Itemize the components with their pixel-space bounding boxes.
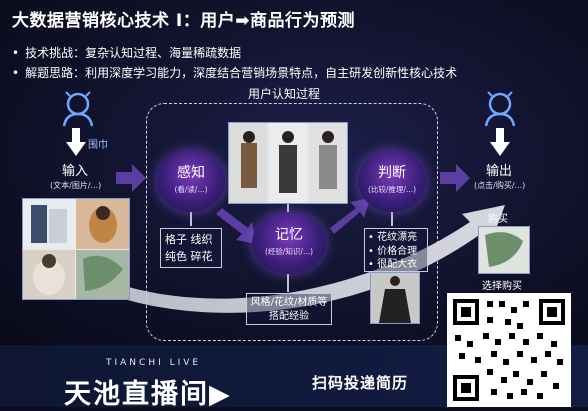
coat-photo: [370, 272, 420, 324]
memory-sub: (经验/知识/...): [264, 247, 314, 256]
feature-line-2: 纯色 碎花: [165, 250, 213, 263]
reason-2: • 价格合理: [368, 245, 418, 257]
scarf-image: [485, 232, 523, 267]
feature-line-1: 格子 线织: [165, 233, 213, 246]
choose-buy-label: 选择购买: [482, 281, 522, 292]
arrow-input-down: [66, 128, 86, 156]
experience-box: 风格/花纹/材质等 搭配经验: [246, 293, 332, 325]
user-brain-icon: [484, 91, 516, 127]
coat-image: [379, 276, 411, 323]
output-sub: (点击/购买/...): [474, 181, 526, 190]
model-images: [229, 123, 347, 203]
input-photo-grid: [22, 198, 130, 300]
scan-prompt: 扫码投递简历: [312, 374, 409, 392]
banner-small-text: TIANCHI LIVE: [106, 358, 202, 368]
perception-node: 感知 (看/读/...): [157, 150, 225, 212]
perception-sub: (看/读/...): [174, 185, 208, 194]
output-label: 输出: [486, 164, 513, 179]
arrow-output-down: [490, 128, 510, 156]
scarf-images: [23, 199, 129, 299]
input-sub: (文本/图片/...): [50, 181, 102, 190]
banner-title: 天池直播间▶: [64, 379, 232, 410]
experience-line-2: 搭配经验: [269, 311, 309, 322]
arrow-input-perception: [116, 164, 146, 192]
reason-1: • 花纹漂亮: [368, 232, 418, 243]
reason-3: • 很配大衣: [368, 259, 418, 270]
experience-line-1: 风格/花纹/材质等: [250, 297, 328, 308]
judgment-sub: (比较/推理/...): [367, 185, 417, 194]
arrow-judgment-output: [440, 164, 470, 192]
center-photo-strip: [228, 122, 348, 204]
judgment-node: 判断 (比较/推理/...): [358, 150, 426, 212]
output-photo: [478, 226, 530, 274]
buy-label: 购买: [488, 214, 508, 225]
qr-code[interactable]: [447, 293, 571, 407]
input-tag: 围巾: [88, 140, 108, 151]
reasons-box: • 花纹漂亮 • 价格合理 • 很配大衣: [364, 228, 428, 272]
memory-node: 记忆 (经验/知识/...): [252, 212, 326, 274]
input-label: 输入: [62, 164, 89, 179]
qr-code-icon: [453, 299, 565, 401]
judgment-label: 判断: [378, 165, 406, 181]
memory-label: 记忆: [275, 227, 303, 243]
user-brain-icon: [62, 91, 94, 127]
perception-label: 感知: [177, 165, 205, 181]
feature-box: 格子 线织 纯色 碎花: [160, 228, 222, 268]
